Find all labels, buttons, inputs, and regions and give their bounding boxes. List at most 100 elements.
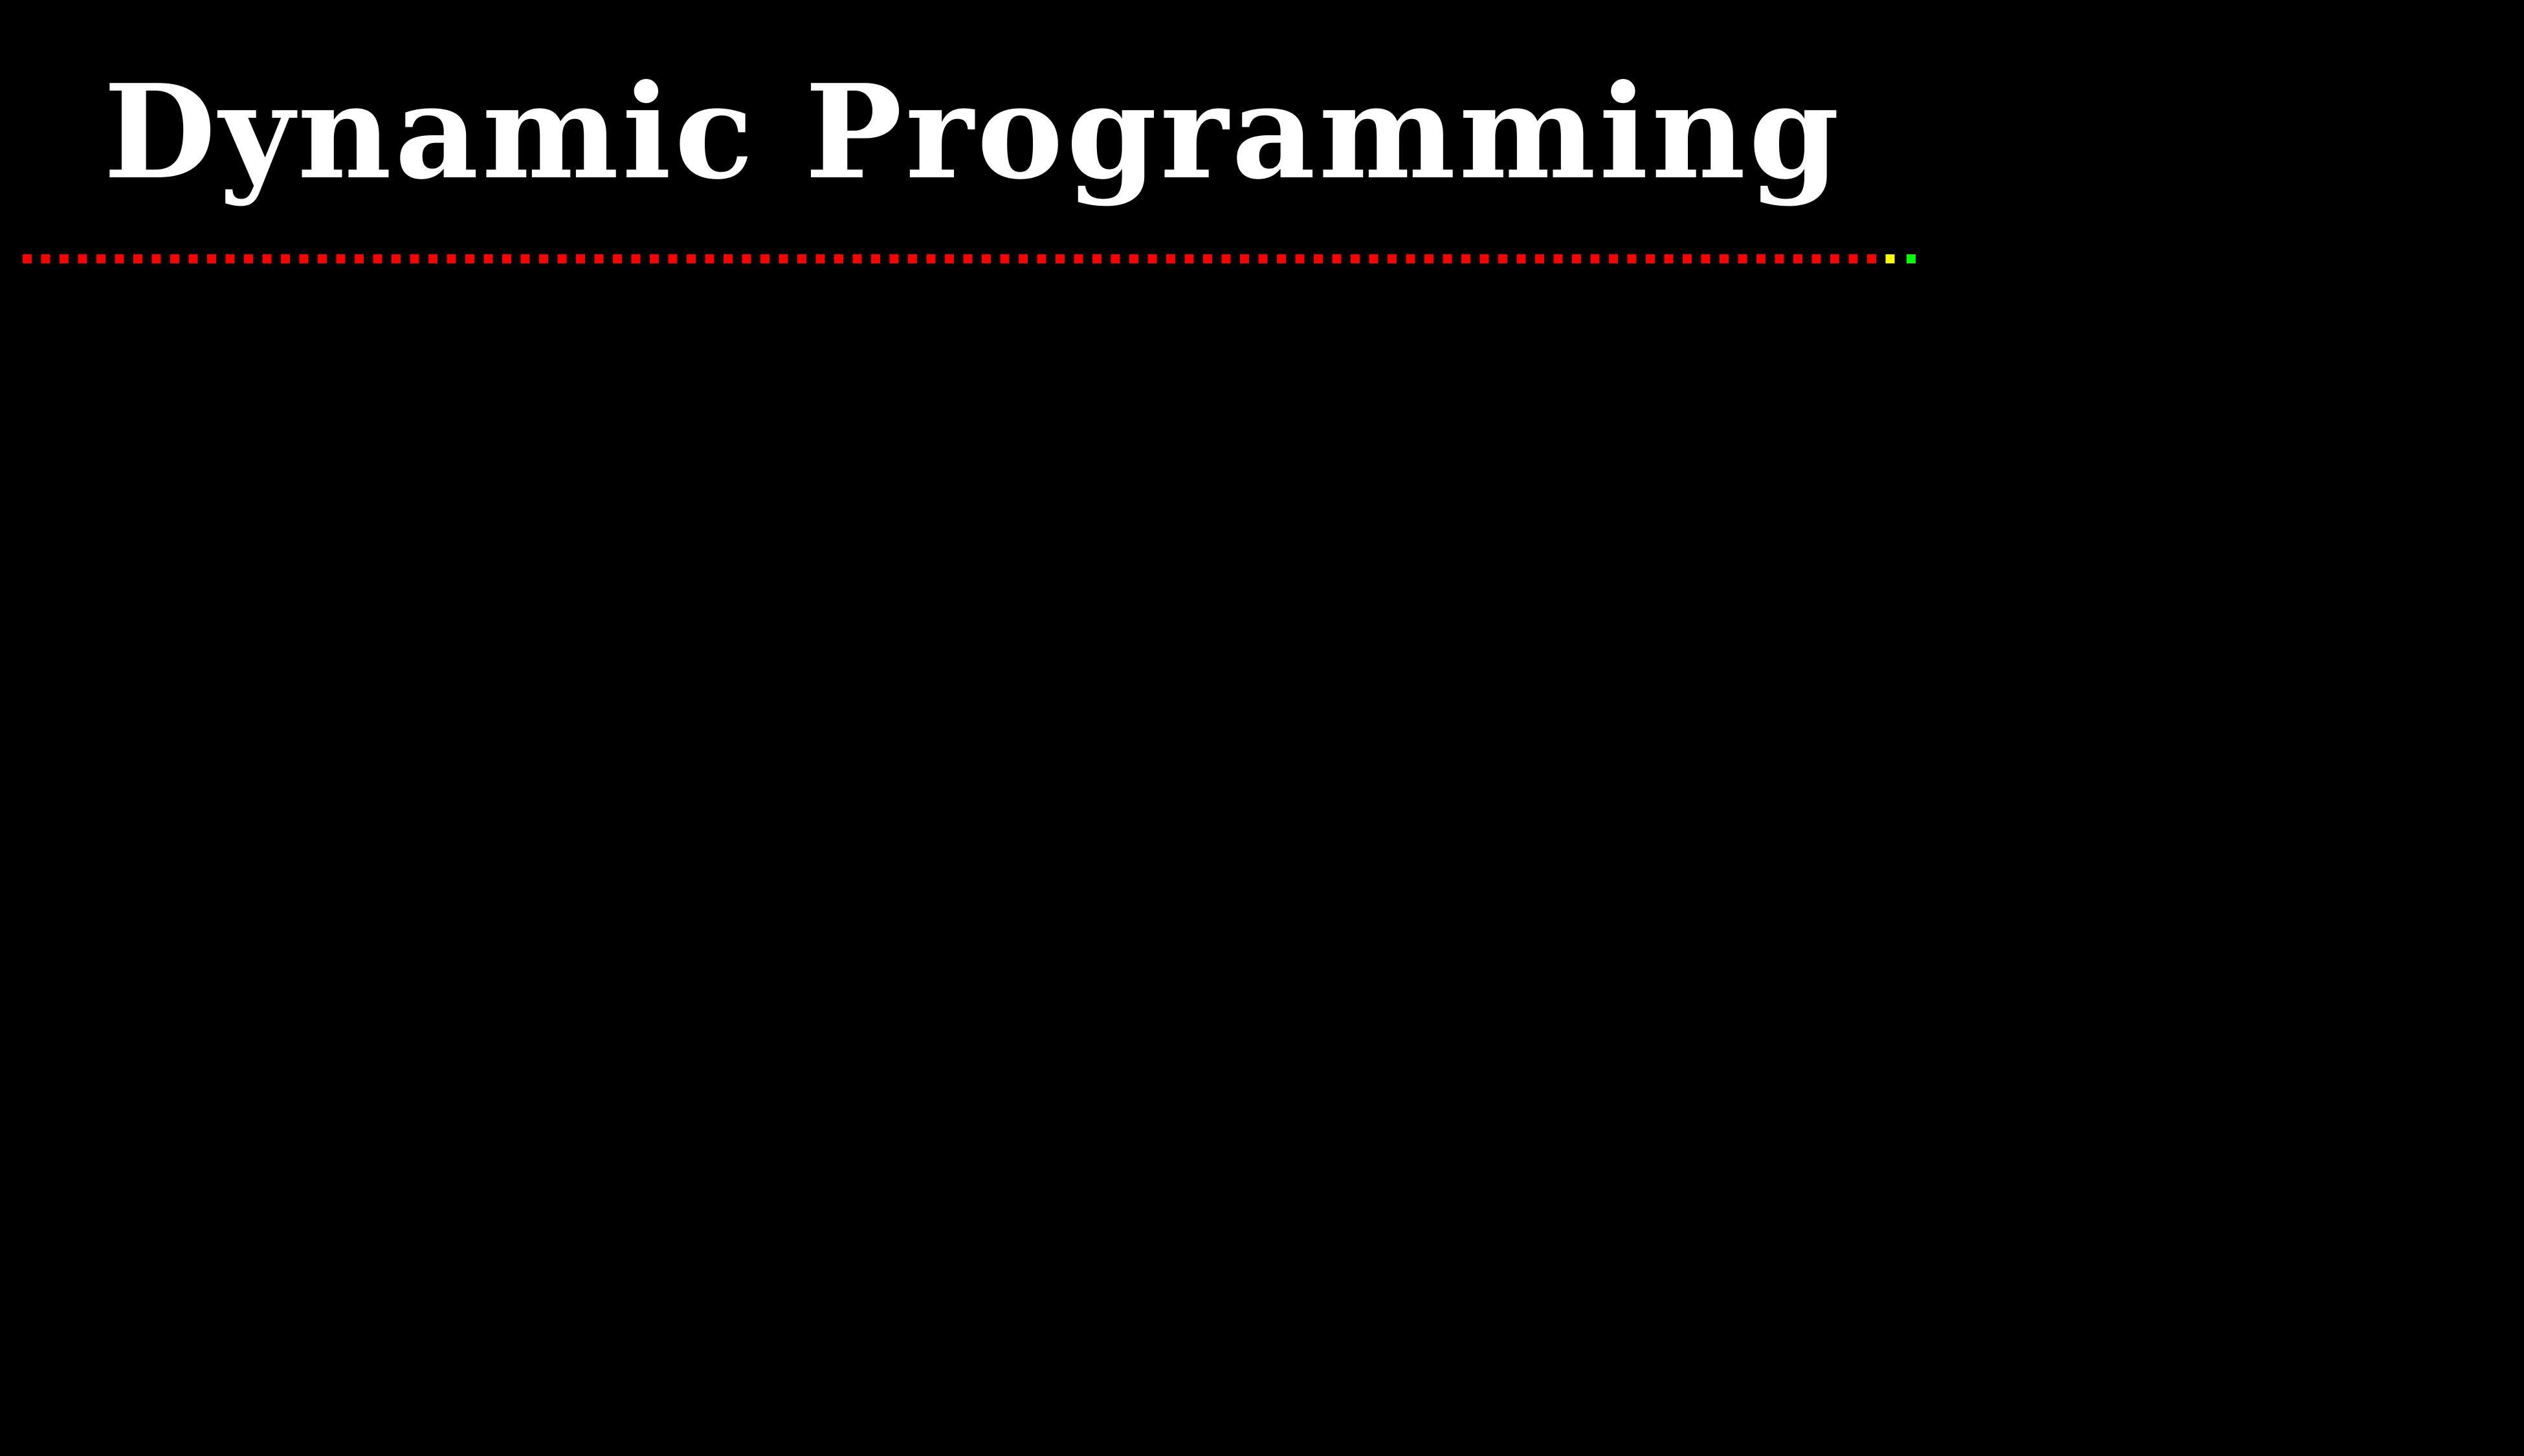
progress-dot-completed[interactable] [687,254,696,263]
progress-dot-completed[interactable] [133,254,142,263]
progress-dot-completed[interactable] [281,254,290,263]
progress-dot-completed[interactable] [1479,254,1489,263]
progress-dot-completed[interactable] [1166,254,1175,263]
progress-dot-completed[interactable] [1240,254,1249,263]
progress-dot-completed[interactable] [834,254,843,263]
progress-dot-completed[interactable] [1572,254,1581,263]
progress-dot-completed[interactable] [41,254,50,263]
progress-dot-completed[interactable] [963,254,973,263]
progress-dot-completed[interactable] [1830,254,1839,263]
progress-dot-completed[interactable] [23,254,32,263]
progress-dot-completed[interactable] [1756,254,1766,263]
progress-dot-completed[interactable] [815,254,825,263]
progress-dot-completed[interactable] [336,254,346,263]
progress-dot-completed[interactable] [78,254,87,263]
progress-dot-completed[interactable] [1811,254,1821,263]
progress-dot-completed[interactable] [151,254,161,263]
progress-dot-completed[interactable] [1683,254,1692,263]
progress-dot-completed[interactable] [1443,254,1452,263]
progress-dot-current[interactable] [1885,254,1895,263]
progress-dot-completed[interactable] [188,254,198,263]
progress-dot-completed[interactable] [318,254,327,263]
progress-dot-completed[interactable] [465,254,474,263]
progress-dot-completed[interactable] [447,254,456,263]
progress-dot-completed[interactable] [1074,254,1083,263]
progress-dot-completed[interactable] [207,254,216,263]
progress-dot-completed[interactable] [1498,254,1507,263]
progress-dot-completed[interactable] [594,254,604,263]
progress-dot-completed[interactable] [1129,254,1138,263]
progress-dot-completed[interactable] [742,254,751,263]
progress-dot-completed[interactable] [225,254,235,263]
progress-dot-completed[interactable] [1019,254,1028,263]
progress-dot-completed[interactable] [1553,254,1563,263]
progress-dot-completed[interactable] [650,254,659,263]
progress-dot-completed[interactable] [889,254,899,263]
progress-dot-completed[interactable] [631,254,641,263]
progress-dot-completed[interactable] [1277,254,1286,263]
progress-dot-completed[interactable] [1867,254,1876,263]
progress-dot-completed[interactable] [96,254,105,263]
progress-dot-completed[interactable] [502,254,511,263]
progress-dot-remaining[interactable] [1907,254,1916,263]
progress-dot-completed[interactable] [1720,254,1729,263]
progress-dot-completed[interactable] [557,254,567,263]
progress-dot-completed[interactable] [705,254,714,263]
progress-dot-completed[interactable] [373,254,382,263]
progress-dot-completed[interactable] [576,254,585,263]
progress-dot-completed[interactable] [520,254,530,263]
progress-dot-completed[interactable] [392,254,401,263]
progress-dot-completed[interactable] [1351,254,1360,263]
progress-dot-completed[interactable] [724,254,733,263]
progress-dot-completed[interactable] [1461,254,1470,263]
progress-dot-completed[interactable] [410,254,419,263]
progress-dot-completed[interactable] [1258,254,1268,263]
progress-dot-completed[interactable] [797,254,806,263]
progress-dot-completed[interactable] [1184,254,1194,263]
progress-dot-completed[interactable] [1314,254,1323,263]
progress-dot-completed[interactable] [1388,254,1397,263]
progress-dot-completed[interactable] [1203,254,1212,263]
progress-dot-completed[interactable] [1793,254,1802,263]
progress-dot-completed[interactable] [852,254,862,263]
progress-dot-completed[interactable] [1369,254,1378,263]
progress-dot-completed[interactable] [1424,254,1434,263]
progress-dot-completed[interactable] [1701,254,1710,263]
progress-dot-completed[interactable] [1056,254,1065,263]
progress-dot-completed[interactable] [355,254,364,263]
progress-dot-completed[interactable] [945,254,954,263]
progress-dot-completed[interactable] [428,254,437,263]
progress-dot-completed[interactable] [60,254,69,263]
progress-dot-completed[interactable] [1516,254,1526,263]
progress-dot-completed[interactable] [1627,254,1637,263]
progress-dot-completed[interactable] [244,254,253,263]
progress-dot-completed[interactable] [779,254,788,263]
progress-dot-completed[interactable] [1037,254,1046,263]
progress-dot-completed[interactable] [1590,254,1600,263]
progress-dot-completed[interactable] [1535,254,1544,263]
progress-dot-completed[interactable] [1406,254,1415,263]
progress-dot-completed[interactable] [1332,254,1342,263]
progress-dot-completed[interactable] [1000,254,1010,263]
progress-dot-completed[interactable] [1646,254,1655,263]
progress-dot-completed[interactable] [1664,254,1674,263]
progress-dot-completed[interactable] [668,254,678,263]
progress-dot-completed[interactable] [1092,254,1101,263]
progress-dot-completed[interactable] [539,254,548,263]
progress-dot-completed[interactable] [1738,254,1747,263]
progress-dot-completed[interactable] [871,254,880,263]
progress-dot-completed[interactable] [1111,254,1120,263]
progress-dot-completed[interactable] [613,254,622,263]
progress-dot-completed[interactable] [1295,254,1305,263]
progress-dot-completed[interactable] [1221,254,1231,263]
progress-dot-completed[interactable] [1147,254,1157,263]
progress-dot-completed[interactable] [1609,254,1618,263]
progress-dot-completed[interactable] [483,254,493,263]
progress-dot-completed[interactable] [760,254,769,263]
progress-dot-completed[interactable] [1848,254,1858,263]
progress-dot-completed[interactable] [908,254,917,263]
progress-dot-completed[interactable] [926,254,936,263]
progress-dot-completed[interactable] [170,254,179,263]
progress-dot-completed[interactable] [1775,254,1784,263]
progress-dot-completed[interactable] [982,254,991,263]
